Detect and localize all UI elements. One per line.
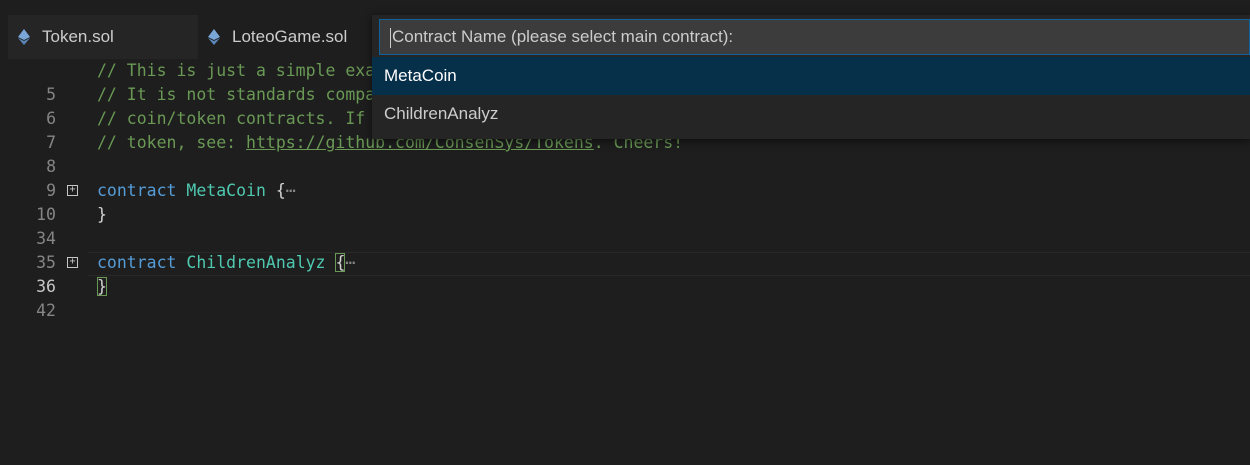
tab-label: Token.sol — [42, 27, 114, 46]
quick-pick-item-metacoin[interactable]: MetaCoin — [372, 57, 1250, 95]
code-brace: } — [97, 277, 107, 296]
tab-token-sol[interactable]: Token.sol — [8, 15, 198, 59]
contract-name: MetaCoin — [186, 181, 266, 200]
tab-label: LoteoGame.sol — [232, 27, 348, 46]
code-line: 42 } — [8, 275, 1250, 320]
code-brace: { — [335, 253, 346, 272]
code-line: 36 + contract ChildrenAnalyz {⋯ — [8, 251, 1250, 296]
ethereum-icon — [18, 29, 30, 45]
code-brace: { — [275, 181, 286, 200]
quick-pick-item-childrenanalyz[interactable]: ChildrenAnalyz — [372, 95, 1250, 133]
code-keyword: contract — [97, 181, 177, 200]
code-line: 34 } — [8, 203, 1250, 248]
vscode-window: Token.sol LoteoGame.sol 5 // This is jus… — [8, 0, 1250, 465]
input-placeholder: Contract Name (please select main contra… — [392, 27, 734, 46]
fold-expand-icon[interactable]: + — [67, 185, 78, 196]
folded-ellipsis-icon[interactable]: ⋯ — [286, 181, 296, 200]
code-line: 9 — [8, 155, 1250, 200]
tab-loteogame-sol[interactable]: LoteoGame.sol — [198, 15, 372, 59]
code-keyword: contract — [97, 253, 177, 272]
quick-pick-item-label: ChildrenAnalyz — [384, 104, 499, 123]
code-comment: // token, see: — [97, 133, 247, 152]
contract-quick-pick: Contract Name (please select main contra… — [372, 15, 1250, 139]
text-caret — [390, 27, 391, 48]
ethereum-icon — [208, 29, 220, 45]
quick-pick-item-label: MetaCoin — [384, 66, 457, 85]
line-number: 42 — [36, 301, 56, 320]
code-brace: } — [97, 205, 107, 224]
code-line: 10 + contract MetaCoin {⋯ — [8, 179, 1250, 224]
fold-expand-icon[interactable]: + — [67, 257, 78, 268]
folded-ellipsis-icon[interactable]: ⋯ — [345, 253, 355, 272]
code-line: 35 — [8, 227, 1250, 272]
contract-name: ChildrenAnalyz — [186, 253, 326, 272]
contract-name-input[interactable]: Contract Name (please select main contra… — [379, 19, 1250, 55]
